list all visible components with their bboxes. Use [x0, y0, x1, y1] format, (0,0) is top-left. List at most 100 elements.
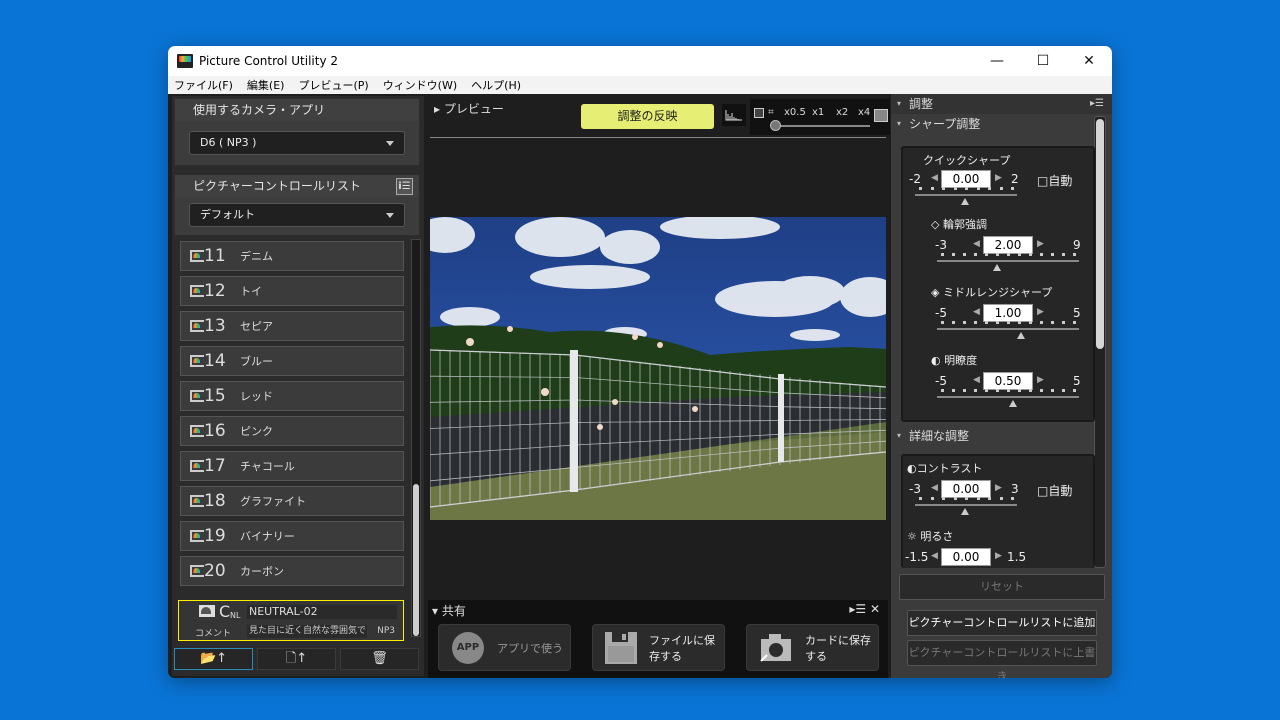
clarity-knob[interactable] [1009, 400, 1017, 407]
contrast-auto-checkbox[interactable]: □自動 [1037, 482, 1072, 499]
decrease-arrow-icon[interactable]: ◀ [931, 483, 938, 493]
decrease-arrow-icon[interactable]: ◀ [931, 551, 938, 561]
picture-control-icon [190, 565, 204, 577]
share-title[interactable]: ▾ 共有 [432, 602, 466, 619]
decrease-arrow-icon[interactable]: ◀ [973, 375, 980, 385]
save-to-file-button[interactable]: ファイルに保存する [592, 624, 725, 671]
menu-window[interactable]: ウィンドウ(W) [383, 77, 457, 93]
close-icon[interactable]: ✕ [870, 602, 880, 616]
slider-tick [976, 497, 980, 500]
fullscreen-icon[interactable] [874, 109, 888, 122]
add-to-list-button[interactable]: ピクチャーコントロールリストに追加 [907, 610, 1097, 636]
menu-preview[interactable]: プレビュー(P) [298, 77, 368, 93]
decrease-arrow-icon[interactable]: ◀ [931, 173, 938, 183]
decrease-arrow-icon[interactable]: ◀ [973, 307, 980, 317]
clarity-slider[interactable] [937, 388, 1079, 398]
adjust-title: 調整 [909, 97, 934, 111]
comment-field[interactable]: 見た目に近く自然な雰囲気で… [247, 625, 367, 638]
brightness-value[interactable]: 0.00 [941, 548, 991, 566]
zoom-slider-track[interactable] [775, 125, 870, 127]
app-icon: APP [451, 631, 485, 665]
quick-sharp-slider[interactable] [915, 186, 1017, 196]
list-item[interactable]: 12 トイ [180, 276, 404, 306]
export-file-button[interactable]: 🗋↑ [257, 648, 336, 670]
list-item[interactable]: 16 ピンク [180, 416, 404, 446]
sharpening-knob[interactable] [993, 264, 1001, 271]
item-number: 12 [204, 281, 226, 301]
slider-tick [1007, 253, 1010, 256]
reset-button[interactable]: リセット [899, 574, 1105, 600]
delete-button[interactable]: 🗑 [340, 648, 419, 670]
save-to-card-button[interactable]: カードに保存する [746, 624, 879, 671]
minimize-button[interactable]: — [974, 46, 1020, 76]
list-item[interactable]: 13 セピア [180, 311, 404, 341]
menu-file[interactable]: ファイル(F) [174, 77, 233, 93]
zoom-4[interactable]: x4 [858, 107, 870, 118]
item-number: 15 [204, 386, 226, 406]
list-item[interactable]: 11 デニム [180, 241, 404, 271]
histogram-button[interactable] [722, 104, 746, 126]
slider-tick [985, 321, 988, 324]
increase-arrow-icon[interactable]: ▶ [1037, 375, 1044, 385]
camera-select[interactable]: D6 ( NP3 ) [189, 131, 405, 155]
increase-arrow-icon[interactable]: ▶ [1037, 239, 1044, 249]
adjust-scrollbar-thumb[interactable] [1096, 119, 1104, 349]
increase-arrow-icon[interactable]: ▶ [995, 483, 1002, 493]
overwrite-list-button[interactable]: ピクチャーコントロールリストに上書き [907, 640, 1097, 678]
zoom-2[interactable]: x2 [836, 107, 848, 118]
contrast-knob[interactable] [961, 508, 969, 515]
fit-window-icon[interactable] [754, 108, 764, 118]
list-scrollbar[interactable] [411, 239, 421, 637]
contrast-slider[interactable] [915, 496, 1017, 506]
list-scrollbar-thumb[interactable] [413, 484, 419, 636]
sharpening-slider[interactable] [937, 252, 1079, 262]
panel-menu-icon[interactable]: ▸☰ [849, 602, 866, 616]
zoom-0-5[interactable]: x0.5 [784, 107, 806, 118]
apply-adjustments-button[interactable]: 調整の反映 [581, 104, 714, 129]
increase-arrow-icon[interactable]: ▶ [1037, 307, 1044, 317]
preview-title[interactable]: ▸ プレビュー [434, 100, 504, 117]
zoom-1[interactable]: x1 [812, 107, 824, 118]
use-in-app-button[interactable]: APP アプリで使う [438, 624, 571, 671]
selected-name-field[interactable]: NEUTRAL-02 [247, 605, 397, 619]
zoom-slider-knob[interactable] [770, 120, 781, 131]
panel-menu-icon[interactable]: ▸☰ [1090, 94, 1104, 114]
slider-tick [988, 497, 991, 500]
increase-arrow-icon[interactable]: ▶ [995, 173, 1002, 183]
menu-edit[interactable]: 編集(E) [247, 77, 285, 93]
quick-sharp-auto-checkbox[interactable]: □自動 [1037, 172, 1072, 189]
menu-help[interactable]: ヘルプ(H) [471, 77, 521, 93]
slider-tick [1018, 321, 1021, 324]
list-item[interactable]: 17 チャコール [180, 451, 404, 481]
list-item[interactable]: 15 レッド [180, 381, 404, 411]
detail-section-header[interactable]: ▾ 詳細な調整 [891, 426, 1091, 446]
list-item[interactable]: 14 ブルー [180, 346, 404, 376]
diamond-filled-icon: ◈ [931, 286, 940, 299]
sharpening-section-header[interactable]: ▾ シャープ調整 [891, 114, 1112, 134]
quick-sharp-knob[interactable] [961, 198, 969, 205]
adjust-scrollbar[interactable] [1094, 116, 1106, 568]
selected-picture-control[interactable]: C NL NEUTRAL-02 コメント 見た目に近く自然な雰囲気で… NP3 [178, 600, 404, 641]
list-item[interactable]: 19 バイナリー [180, 521, 404, 551]
camera-icon [759, 631, 793, 665]
chevron-down-icon [386, 141, 394, 146]
decrease-arrow-icon[interactable]: ◀ [973, 239, 980, 249]
list-info-icon[interactable]: i☰ [396, 178, 413, 195]
adjust-header[interactable]: ▾ 調整 ▸☰ [891, 94, 1112, 114]
midrange-slider[interactable] [937, 320, 1079, 330]
open-folder-button[interactable]: 📂↑ [174, 648, 253, 670]
list-select[interactable]: デフォルト [189, 203, 405, 227]
list-item[interactable]: 18 グラファイト [180, 486, 404, 516]
item-name: セピア [240, 320, 273, 333]
maximize-button[interactable]: ☐ [1020, 46, 1066, 76]
list-item[interactable]: 20 カーボン [180, 556, 404, 586]
file-export-icon: 🗋↑ [285, 651, 308, 666]
histogram-icon [725, 110, 742, 121]
fit-screen-icon[interactable]: ⌗ [768, 107, 774, 118]
midrange-knob[interactable] [1017, 332, 1025, 339]
clarity-label: ◐ 明瞭度 [931, 354, 978, 367]
close-button[interactable]: ✕ [1066, 46, 1112, 76]
slider-tick [963, 253, 966, 256]
slider-tick [953, 497, 957, 500]
increase-arrow-icon[interactable]: ▶ [995, 551, 1002, 561]
